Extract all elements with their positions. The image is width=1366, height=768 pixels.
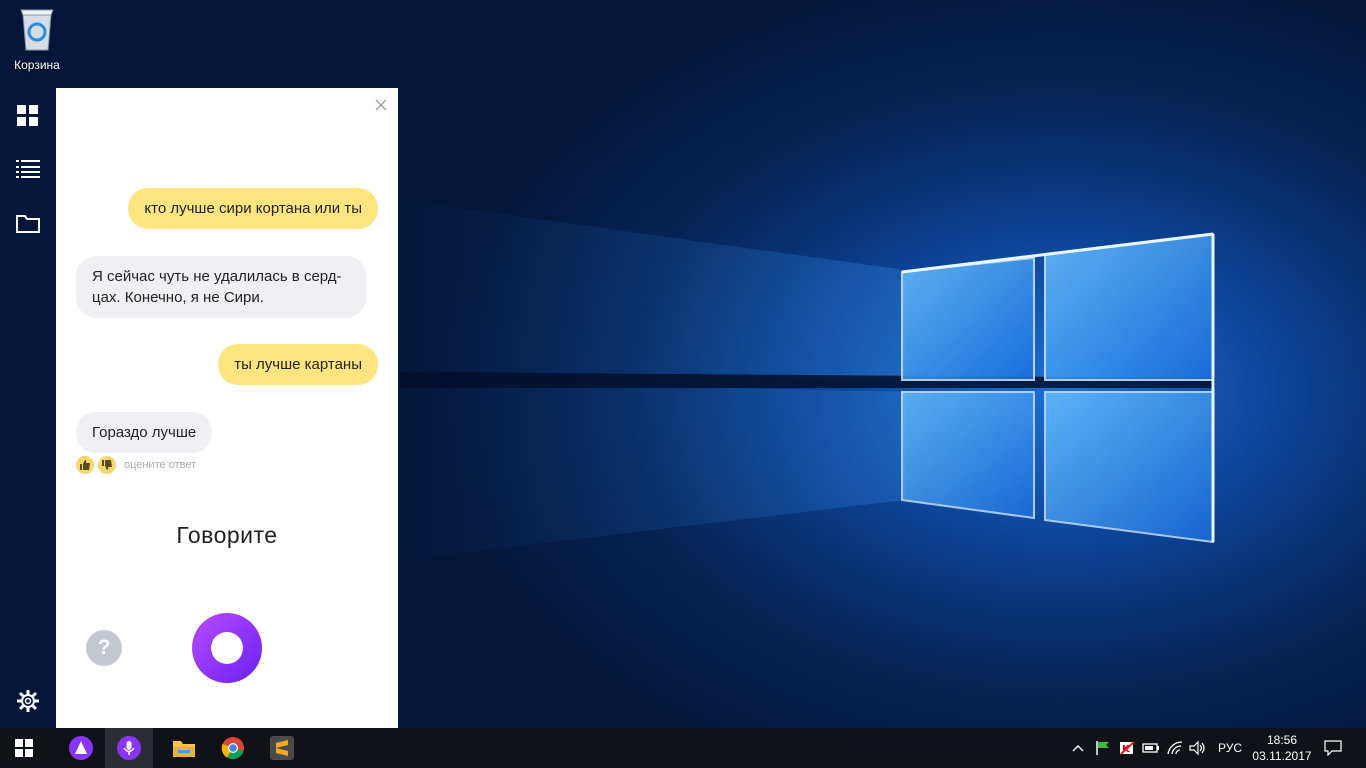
folder-icon — [16, 215, 40, 233]
folder-button[interactable] — [14, 209, 42, 237]
clock[interactable]: 18:56 03.11.2017 — [1250, 728, 1314, 768]
taskbar-chrome[interactable] — [209, 728, 257, 768]
rating-hint: оцените ответ — [124, 459, 197, 471]
clock-time: 18:56 — [1266, 733, 1297, 747]
assistant-message-line: Я сейчас чуть не удалилась в серд- — [92, 268, 342, 285]
chrome-icon — [221, 737, 244, 760]
tray-power[interactable] — [1141, 728, 1161, 768]
tray-network[interactable] — [1165, 728, 1185, 768]
taskbar-voice[interactable] — [105, 728, 153, 768]
grid-icon — [17, 105, 38, 126]
alice-panel: кто лучше сири кортана или ты Я сейчас ч… — [56, 88, 398, 728]
speaker-icon — [1189, 740, 1205, 756]
app-strip — [0, 88, 56, 728]
antivirus-icon: K — [1120, 741, 1135, 755]
alice-ring-icon — [211, 632, 243, 664]
file-explorer-icon — [173, 741, 195, 757]
taskbar-alice[interactable] — [57, 728, 105, 768]
green-flag-icon — [1096, 741, 1109, 755]
close-icon[interactable] — [374, 98, 388, 112]
start-button[interactable] — [0, 728, 48, 768]
taskbar-sublime-text[interactable] — [258, 728, 306, 768]
microphone-icon — [117, 736, 141, 760]
thumbs-up-icon — [80, 460, 90, 470]
recycle-bin[interactable]: Корзина — [6, 6, 68, 72]
action-center-button[interactable] — [1318, 728, 1348, 768]
rating-bar: оцените ответ — [76, 456, 196, 474]
notifications-icon — [1324, 740, 1342, 756]
taskbar: K РУС 18:56 03.11.2017 — [0, 728, 1366, 768]
input-language[interactable]: РУС — [1213, 728, 1247, 768]
user-message: ты лучше картаны — [218, 344, 378, 385]
chevron-up-icon — [1072, 745, 1084, 752]
recycle-bin-icon — [20, 9, 54, 51]
tray-flag[interactable] — [1093, 728, 1113, 768]
alice-icon — [69, 736, 93, 760]
thumbs-down-icon — [102, 460, 112, 470]
assistant-message: Я сейчас чуть не удалилась в серд- цах. … — [76, 256, 366, 318]
wifi-icon — [1167, 741, 1183, 755]
taskbar-file-explorer[interactable] — [160, 728, 208, 768]
tray-antivirus[interactable]: K — [1117, 728, 1137, 768]
recycle-bin-label: Корзина — [14, 58, 60, 72]
grid-view-button[interactable] — [14, 102, 42, 130]
assistant-message-line: цах. Конечно, я не Сири. — [92, 289, 264, 306]
sublime-text-icon — [270, 736, 294, 760]
thumbs-down-button[interactable] — [98, 456, 116, 474]
battery-icon — [1142, 743, 1159, 753]
windows-logo-icon — [15, 739, 33, 757]
speak-prompt: Говорите — [176, 522, 278, 548]
settings-button[interactable] — [14, 687, 42, 715]
tray-volume[interactable] — [1188, 728, 1208, 768]
help-button[interactable]: ? — [86, 630, 122, 666]
assistant-message: Гораздо лучше — [76, 412, 213, 453]
clock-date: 03.11.2017 — [1252, 749, 1312, 763]
list-view-button[interactable] — [14, 155, 42, 183]
user-message: кто лучше сири кортана или ты — [128, 188, 378, 229]
settings-gear-icon — [17, 690, 39, 712]
list-icon — [16, 160, 40, 178]
thumbs-up-button[interactable] — [76, 456, 94, 474]
show-hidden-icons-button[interactable] — [1068, 728, 1088, 768]
alice-listen-button[interactable] — [192, 613, 262, 683]
